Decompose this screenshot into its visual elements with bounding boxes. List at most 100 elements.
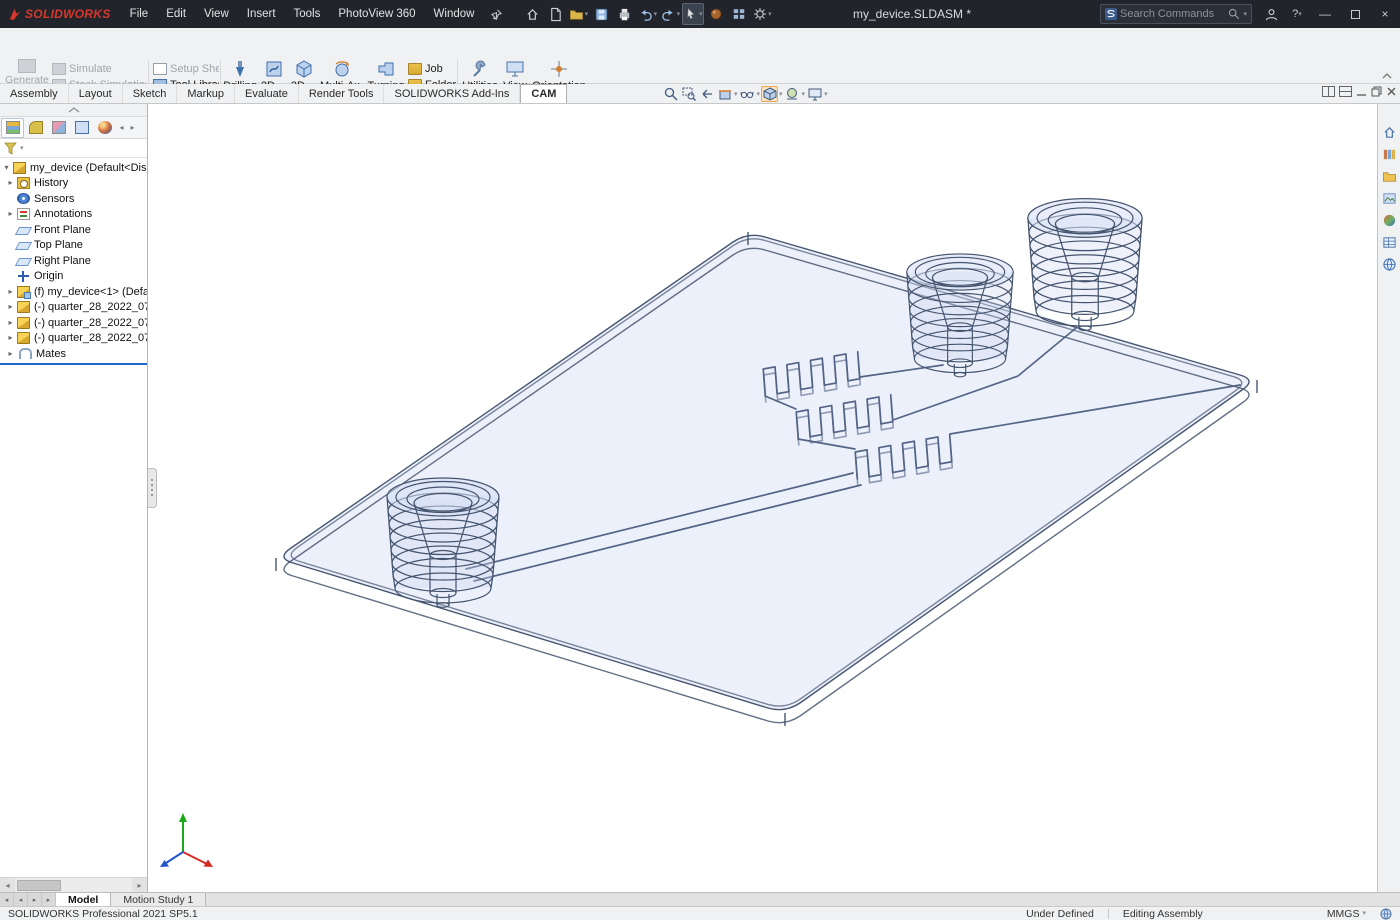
view-settings-icon[interactable] [806,86,823,102]
apply-scene-caret-icon[interactable]: ▾ [802,91,806,98]
search-icon[interactable] [1228,8,1240,20]
expand-icon[interactable]: ▸ [4,349,17,358]
tree-item-component-2[interactable]: ▸ (-) quarter_28_2022_07_01 [0,299,147,314]
split-pane-icon[interactable] [1339,86,1352,97]
pin-menubar-icon[interactable] [485,3,507,25]
tab-featuremanager-tree[interactable] [1,118,24,138]
panel-collapse-handle[interactable] [0,104,147,117]
tree-item-component-3[interactable]: ▸ (-) quarter_28_2022_07_01 [0,315,147,330]
editing-mode-text[interactable]: Editing Assembly [1123,908,1203,920]
tree-item-component-4[interactable]: ▸ (-) quarter_28_2022_07_01 [0,330,147,345]
maximize-window-button[interactable] [1340,0,1370,28]
view-settings-caret-icon[interactable]: ▾ [824,91,828,98]
menu-photoview-360[interactable]: PhotoView 360 [329,0,424,28]
options-caret-icon[interactable]: ▾ [768,11,772,18]
panel-tabs-scroll-right-icon[interactable]: ▸ [127,123,138,132]
appearance-icon[interactable] [705,3,727,25]
menu-file[interactable]: File [121,0,158,28]
tab-scroll-left-icon[interactable]: ◂ [14,893,28,906]
panel-horizontal-scrollbar[interactable]: ◂ ▸ [0,877,147,892]
view-palette-icon[interactable] [1380,190,1398,207]
redo-caret-icon[interactable]: ▾ [677,11,681,18]
tree-item-front-plane[interactable]: Front Plane [0,222,147,237]
tab-scroll-last-icon[interactable]: ▸ [42,893,56,906]
help-caret-icon[interactable]: ▾ [1298,11,1302,18]
expand-icon[interactable]: ▸ [4,302,17,311]
expand-icon[interactable]: ▸ [4,318,17,327]
tab-model[interactable]: Model [56,893,111,906]
scroll-right-icon[interactable]: ▸ [132,878,147,892]
scrollbar-thumb[interactable] [17,880,61,891]
units-caret-icon[interactable]: ▾ [1362,910,1366,917]
tree-root[interactable]: ▾ my_device (Default<Display S [0,160,147,175]
apply-scene-icon[interactable] [784,86,801,102]
ribbon-collapse-icon[interactable] [1382,72,1392,79]
expand-icon[interactable]: ▸ [4,209,17,218]
tree-item-top-plane[interactable]: Top Plane [0,237,147,252]
restore-doc-icon[interactable] [1371,86,1382,97]
display-style-icon[interactable] [761,86,778,102]
options-gear-icon[interactable]: ▾ [751,3,773,25]
search-input[interactable] [1120,8,1225,20]
expand-icon[interactable]: ▸ [4,333,17,342]
undo-icon[interactable]: ▾ [636,3,658,25]
tree-item-annotations[interactable]: ▸ Annotations [0,206,147,221]
minimize-window-button[interactable]: — [1310,0,1340,28]
expand-icon[interactable]: ▸ [4,287,17,296]
component-grid-icon[interactable] [728,3,750,25]
tab-cam[interactable]: CAM [520,84,567,103]
menu-edit[interactable]: Edit [157,0,195,28]
solidworks-forum-icon[interactable] [1380,256,1398,273]
zoom-area-icon[interactable] [680,86,697,102]
menu-view[interactable]: View [195,0,238,28]
tab-displaymanager[interactable] [93,118,116,138]
close-window-button[interactable]: × [1370,0,1400,28]
hide-show-caret-icon[interactable]: ▾ [757,91,761,98]
tab-configurationmanager[interactable] [47,118,70,138]
zoom-fit-icon[interactable] [662,86,679,102]
tab-evaluate[interactable]: Evaluate [235,84,299,103]
display-style-caret-icon[interactable]: ▾ [779,91,783,98]
undo-caret-icon[interactable]: ▾ [654,11,658,18]
tab-propertymanager[interactable] [24,118,47,138]
menu-window[interactable]: Window [425,0,484,28]
tab-layout[interactable]: Layout [69,84,123,103]
assembly-3d-model[interactable] [148,104,1377,892]
panel-splitter-handle[interactable] [148,468,157,508]
scroll-left-icon[interactable]: ◂ [0,878,15,892]
status-globe-icon[interactable] [1380,908,1392,920]
save-icon[interactable] [590,3,612,25]
solidworks-resources-icon[interactable] [1380,124,1398,141]
tree-item-mates[interactable]: ▸ Mates [0,346,147,361]
print-icon[interactable] [613,3,635,25]
tab-render-tools[interactable]: Render Tools [299,84,385,103]
new-document-icon[interactable] [544,3,566,25]
account-icon[interactable] [1260,3,1282,25]
tab-assembly[interactable]: Assembly [0,84,69,103]
tree-item-history[interactable]: ▸ History [0,175,147,190]
appearances-scenes-icon[interactable] [1380,212,1398,229]
tree-item-component-1[interactable]: ▸ (f) my_device<1> (Default [0,284,147,299]
minimize-doc-icon[interactable] [1356,86,1367,97]
search-caret-icon[interactable]: ▾ [1243,11,1247,18]
search-scope-icon[interactable] [1105,8,1117,20]
tree-item-right-plane[interactable]: Right Plane [0,253,147,268]
section-view-caret-icon[interactable]: ▾ [734,91,738,98]
tab-sketch[interactable]: Sketch [123,84,178,103]
design-library-icon[interactable] [1380,146,1398,163]
menu-insert[interactable]: Insert [238,0,285,28]
file-explorer-icon[interactable] [1380,168,1398,185]
tab-motion-study-1[interactable]: Motion Study 1 [111,893,206,906]
search-commands-box[interactable]: ▾ [1100,4,1252,24]
select-tool-icon[interactable]: ▾ [682,3,704,25]
tree-item-sensors[interactable]: Sensors [0,191,147,206]
tile-panes-icon[interactable] [1322,86,1335,97]
tree-item-origin[interactable]: Origin [0,268,147,283]
tab-markup[interactable]: Markup [177,84,235,103]
close-doc-icon[interactable] [1386,86,1397,97]
redo-icon[interactable]: ▾ [659,3,681,25]
help-icon[interactable]: ?▾ [1286,3,1308,25]
hide-show-items-icon[interactable] [739,86,756,102]
tree-filter-button[interactable]: ▾ [0,139,147,158]
tab-scroll-right-icon[interactable]: ▸ [28,893,42,906]
